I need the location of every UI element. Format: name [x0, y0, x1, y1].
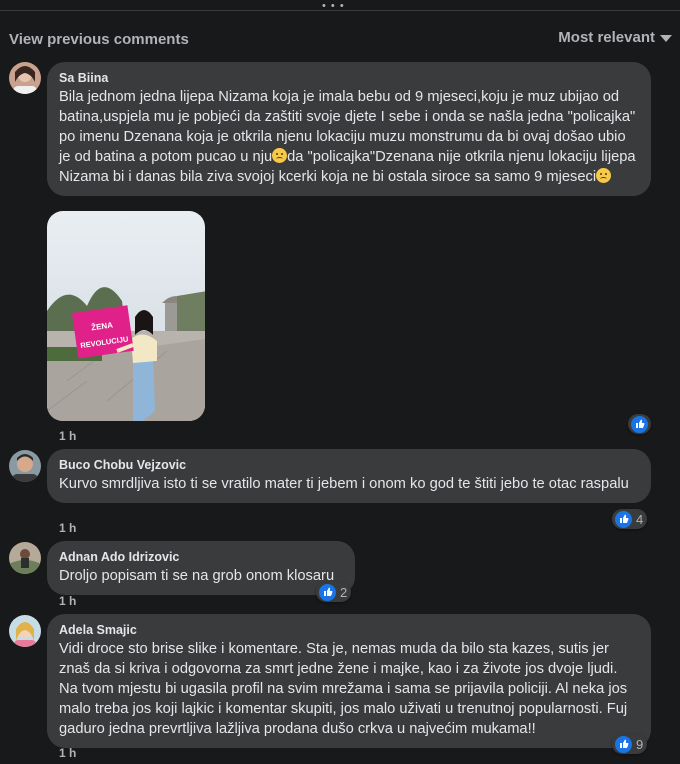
avatar[interactable]: [9, 450, 41, 482]
comment-author[interactable]: Sa Biina: [59, 70, 639, 86]
reaction-count: 4: [636, 511, 644, 527]
comment-bubble: Buco Chobu Vejzovic Kurvo smrdljiva isto…: [47, 449, 651, 503]
avatar[interactable]: [9, 62, 41, 94]
caret-down-icon: [660, 34, 672, 42]
comment-timestamp[interactable]: 1 h: [59, 429, 76, 443]
reaction-summary[interactable]: [628, 414, 651, 434]
comment-photo[interactable]: ŽENA REVOLUCIJU: [47, 211, 205, 421]
comment-author[interactable]: Buco Chobu Vejzovic: [59, 457, 639, 473]
comment-text: Droljo popisam ti se na grob onom klosar…: [59, 568, 335, 584]
reaction-summary[interactable]: 4: [612, 509, 648, 529]
reaction-count: 2: [340, 584, 348, 600]
comment-author[interactable]: Adnan Ado Idrizovic: [59, 549, 343, 565]
sort-dropdown[interactable]: Most relevant: [558, 29, 672, 46]
avatar[interactable]: [9, 542, 41, 574]
reaction-summary[interactable]: 2: [316, 582, 352, 602]
like-icon: [630, 414, 649, 434]
comment-text: Kurvo smrdljiva isto ti se vratilo mater…: [59, 476, 629, 492]
comment-author[interactable]: Adela Smajic: [59, 622, 639, 638]
comment-bubble: Sa Biina Bila jednom jedna lijepa Nizama…: [47, 62, 651, 196]
comments-header: View previous comments Most relevant: [0, 28, 680, 52]
like-icon: [318, 582, 337, 602]
comment-timestamp[interactable]: 1 h: [59, 594, 76, 608]
comment-bubble: Adnan Ado Idrizovic Droljo popisam ti se…: [47, 541, 355, 595]
top-more-dots: • • •: [322, 0, 345, 12]
comment-timestamp[interactable]: 1 h: [59, 746, 76, 760]
avatar[interactable]: [9, 615, 41, 647]
view-previous-comments-link[interactable]: View previous comments: [9, 31, 189, 48]
like-icon: [614, 734, 633, 754]
comment-text: Bila jednom jedna lijepa Nizama koja je …: [59, 87, 639, 187]
like-icon: [614, 509, 633, 529]
sad-face-emoji-icon: [596, 168, 612, 183]
sort-label: Most relevant: [558, 29, 655, 46]
comment-text: Vidi droce sto brise slike i komentare. …: [59, 641, 628, 737]
sad-face-emoji-icon: [272, 148, 288, 163]
reaction-count: 9: [636, 736, 644, 752]
comment-bubble: Adela Smajic Vidi droce sto brise slike …: [47, 614, 651, 748]
comment-timestamp[interactable]: 1 h: [59, 521, 76, 535]
reaction-summary[interactable]: 9: [612, 734, 648, 754]
